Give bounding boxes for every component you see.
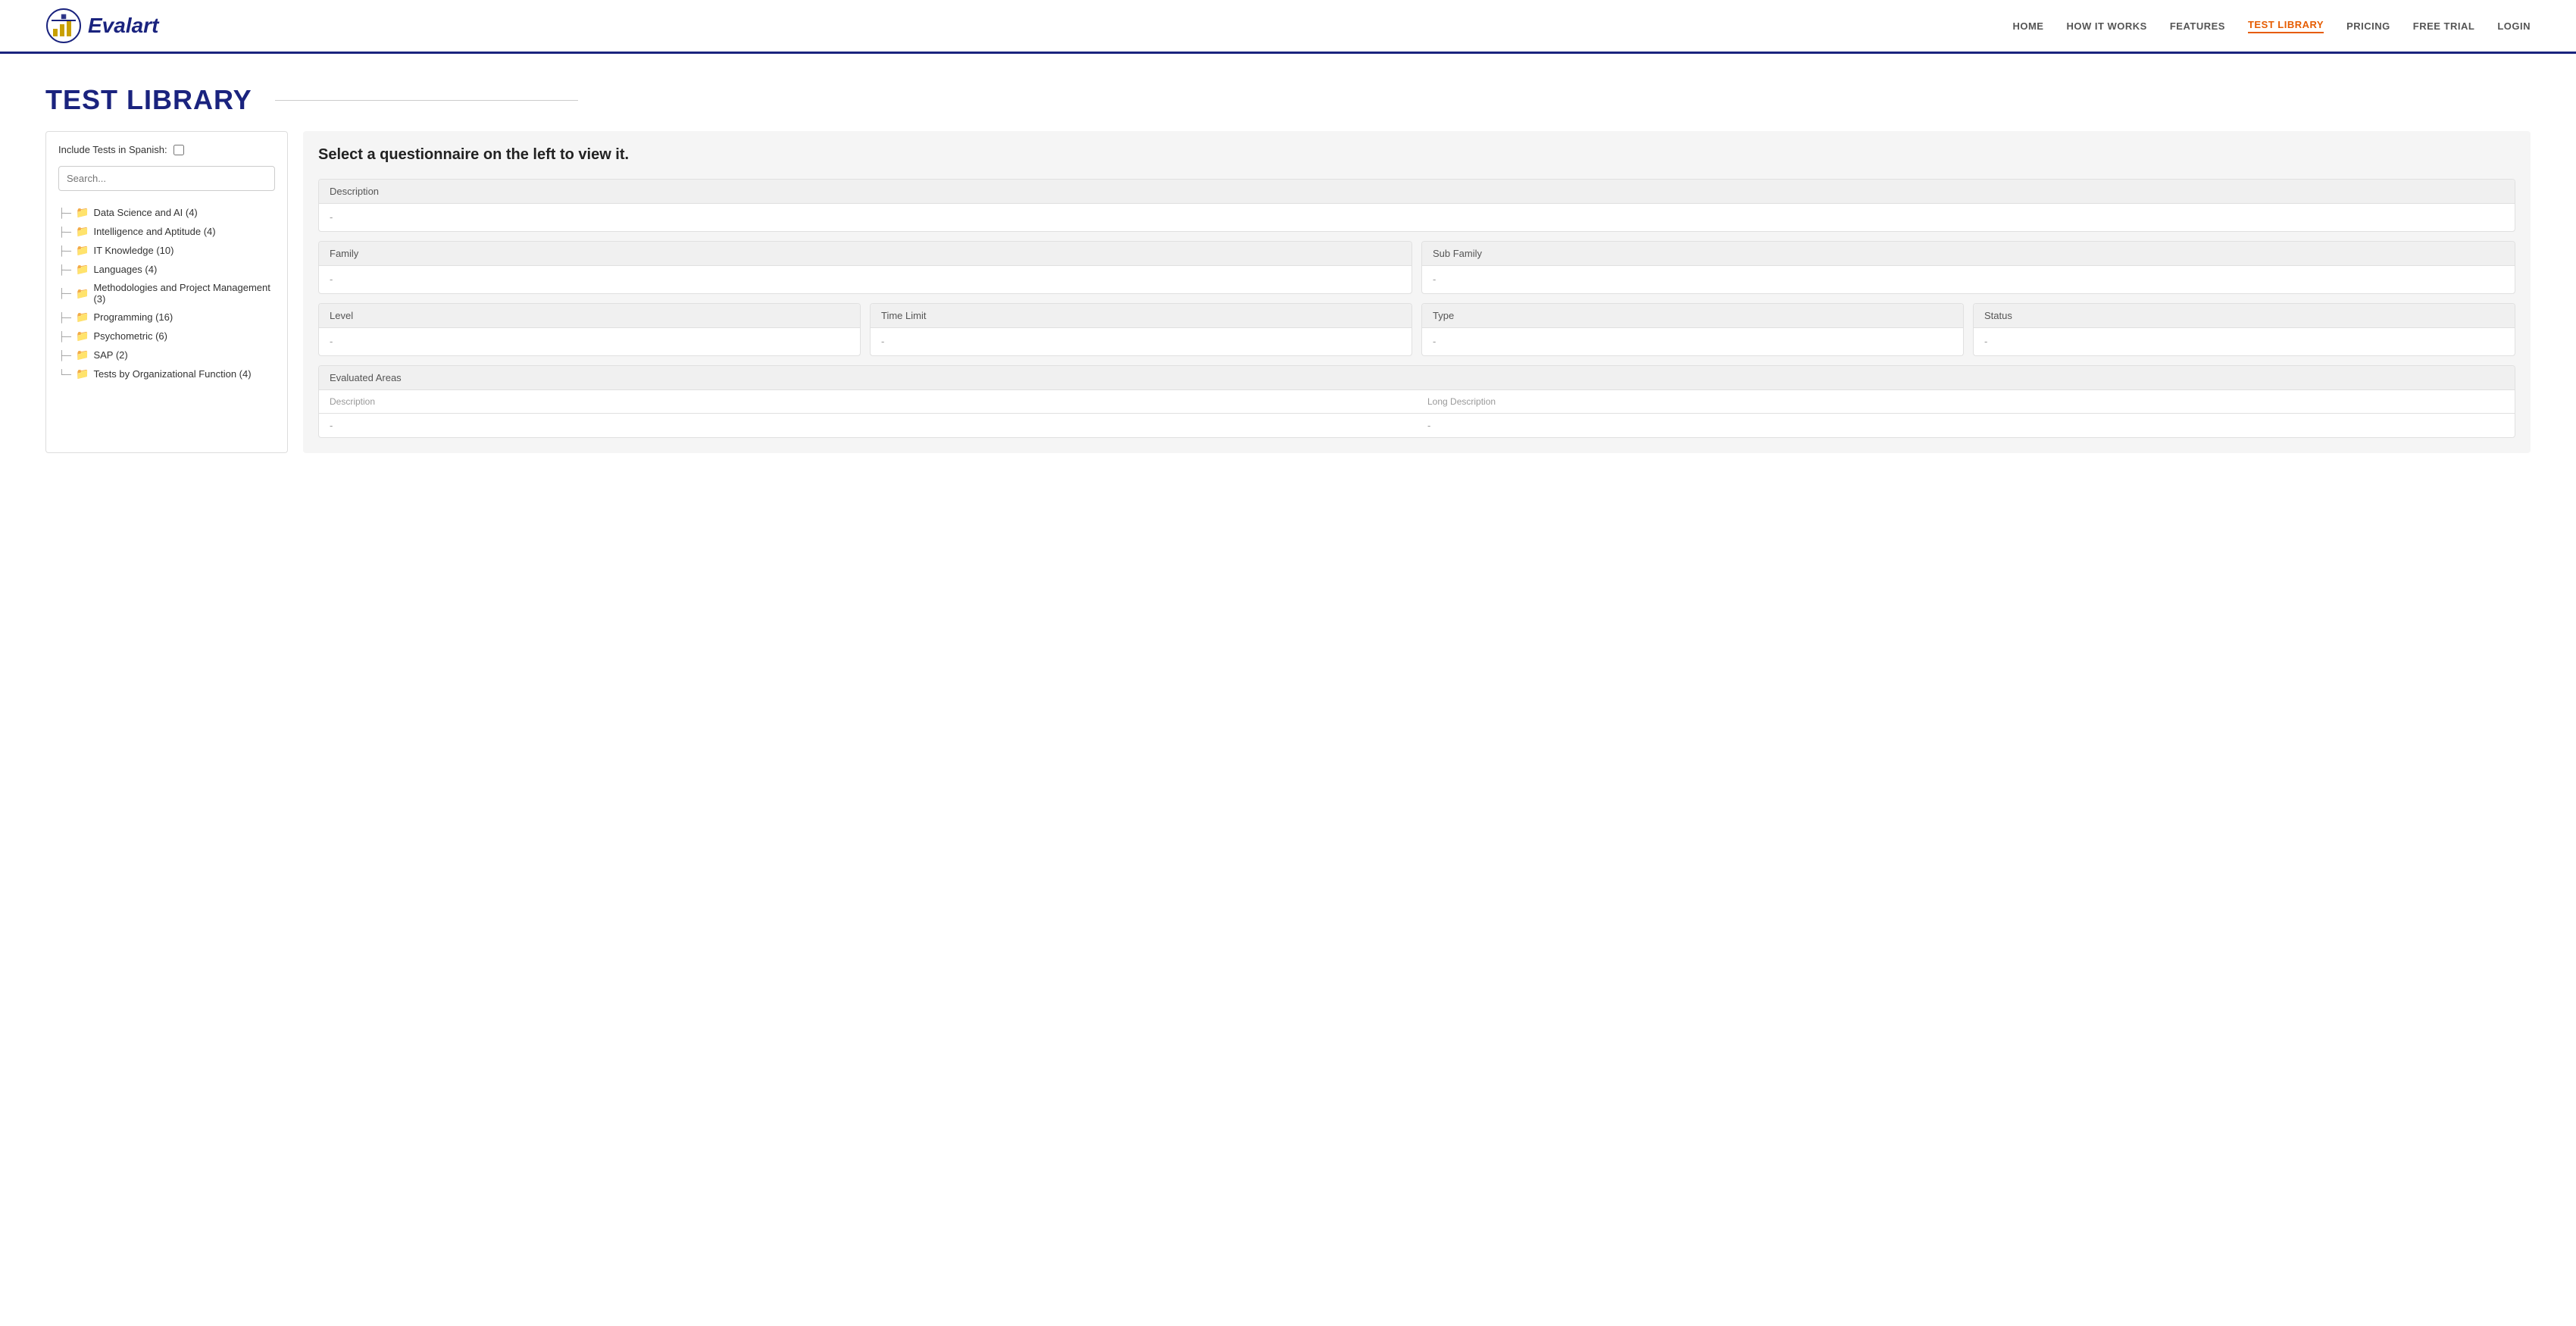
time-limit-box: Time Limit - bbox=[870, 303, 1412, 356]
sub-family-box: Sub Family - bbox=[1421, 241, 2515, 294]
tree-item-data-science[interactable]: ├─ 📁 Data Science and AI (4) bbox=[58, 203, 275, 222]
tree-branch-icon: ├─ bbox=[58, 350, 71, 361]
tree-item-label: SAP (2) bbox=[93, 349, 127, 361]
tree-item-label: Intelligence and Aptitude (4) bbox=[93, 226, 215, 237]
family-box: Family - bbox=[318, 241, 1412, 294]
area-description-cell: - bbox=[319, 414, 1417, 438]
folder-icon: 📁 bbox=[76, 244, 89, 257]
tree-item-programming[interactable]: ├─ 📁 Programming (16) bbox=[58, 308, 275, 327]
tree-branch-icon: ├─ bbox=[58, 312, 71, 323]
sub-family-header: Sub Family bbox=[1422, 242, 2515, 266]
status-value: - bbox=[1974, 328, 2515, 355]
tree-branch-icon: ├─ bbox=[58, 208, 71, 218]
tree-item-org-function[interactable]: └─ 📁 Tests by Organizational Function (4… bbox=[58, 364, 275, 383]
evaluated-areas-table: Description Long Description - - bbox=[319, 390, 2515, 437]
evaluated-areas-header: Evaluated Areas bbox=[319, 366, 2515, 390]
table-header-row: Description Long Description bbox=[319, 390, 2515, 414]
folder-icon: 📁 bbox=[76, 330, 89, 342]
logo-icon: ▦ bbox=[45, 8, 82, 44]
level-header: Level bbox=[319, 304, 860, 328]
evaluated-areas-box: Evaluated Areas Description Long Descrip… bbox=[318, 365, 2515, 438]
sub-family-value: - bbox=[1422, 266, 2515, 293]
description-value: - bbox=[319, 204, 2515, 231]
level-value: - bbox=[319, 328, 860, 355]
tree-item-label: Programming (16) bbox=[93, 311, 173, 323]
tree-item-it-knowledge[interactable]: ├─ 📁 IT Knowledge (10) bbox=[58, 241, 275, 260]
family-header: Family bbox=[319, 242, 1411, 266]
family-value: - bbox=[319, 266, 1411, 293]
nav-pricing[interactable]: PRICING bbox=[2346, 20, 2390, 32]
folder-icon: 📁 bbox=[76, 206, 89, 219]
main-nav: HOME HOW IT WORKS FEATURES TEST LIBRARY … bbox=[2012, 19, 2531, 33]
include-spanish-label: Include Tests in Spanish: bbox=[58, 144, 167, 155]
tree-branch-icon: ├─ bbox=[58, 227, 71, 237]
family-row: Family - Sub Family - bbox=[318, 241, 2515, 294]
page-title: TEST LIBRARY bbox=[45, 84, 252, 116]
right-panel: Select a questionnaire on the left to vi… bbox=[303, 131, 2531, 453]
nav-free-trial[interactable]: FREE TRIAL bbox=[2413, 20, 2475, 32]
main-content: Include Tests in Spanish: ├─ 📁 Data Scie… bbox=[0, 131, 2576, 483]
nav-home[interactable]: HOME bbox=[2012, 20, 2043, 32]
search-input[interactable] bbox=[58, 166, 275, 191]
folder-icon: 📁 bbox=[76, 367, 89, 380]
tree-item-intelligence[interactable]: ├─ 📁 Intelligence and Aptitude (4) bbox=[58, 222, 275, 241]
logo: ▦ Evalart bbox=[45, 8, 158, 44]
col-long-description-header: Long Description bbox=[1417, 390, 2515, 414]
col-description-header: Description bbox=[319, 390, 1417, 414]
select-message: Select a questionnaire on the left to vi… bbox=[318, 146, 2515, 164]
description-box: Description - bbox=[318, 179, 2515, 232]
table-row: - - bbox=[319, 414, 2515, 438]
nav-test-library[interactable]: TEST LIBRARY bbox=[2248, 19, 2324, 33]
time-limit-value: - bbox=[871, 328, 1411, 355]
tree-branch-icon: ├─ bbox=[58, 245, 71, 256]
details-row: Level - Time Limit - Type - Status - bbox=[318, 303, 2515, 356]
tree-branch-icon: └─ bbox=[58, 369, 71, 380]
folder-icon: 📁 bbox=[76, 349, 89, 361]
tree-list: ├─ 📁 Data Science and AI (4) ├─ 📁 Intell… bbox=[58, 203, 275, 383]
tree-branch-icon: ├─ bbox=[58, 264, 71, 275]
tree-branch-icon: ├─ bbox=[58, 288, 71, 299]
folder-icon: 📁 bbox=[76, 287, 89, 300]
nav-login[interactable]: LOGIN bbox=[2497, 20, 2531, 32]
type-box: Type - bbox=[1421, 303, 1964, 356]
tree-item-label: Data Science and AI (4) bbox=[93, 207, 197, 218]
tree-item-sap[interactable]: ├─ 📁 SAP (2) bbox=[58, 346, 275, 364]
include-spanish-row: Include Tests in Spanish: bbox=[58, 144, 275, 155]
tree-item-label: Languages (4) bbox=[93, 264, 157, 275]
level-box: Level - bbox=[318, 303, 861, 356]
tree-item-label: Methodologies and Project Management (3) bbox=[93, 282, 275, 305]
time-limit-header: Time Limit bbox=[871, 304, 1411, 328]
title-divider bbox=[275, 100, 578, 101]
tree-item-psychometric[interactable]: ├─ 📁 Psychometric (6) bbox=[58, 327, 275, 346]
page-title-section: TEST LIBRARY bbox=[0, 54, 2576, 131]
nav-how-it-works[interactable]: HOW IT WORKS bbox=[2066, 20, 2146, 32]
tree-item-label: IT Knowledge (10) bbox=[93, 245, 174, 256]
type-value: - bbox=[1422, 328, 1963, 355]
left-panel: Include Tests in Spanish: ├─ 📁 Data Scie… bbox=[45, 131, 288, 453]
folder-icon: 📁 bbox=[76, 263, 89, 276]
logo-text: Evalart bbox=[88, 14, 158, 38]
status-box: Status - bbox=[1973, 303, 2515, 356]
header: ▦ Evalart HOME HOW IT WORKS FEATURES TES… bbox=[0, 0, 2576, 54]
svg-text:▦: ▦ bbox=[61, 13, 67, 20]
description-header: Description bbox=[319, 180, 2515, 204]
tree-item-label: Tests by Organizational Function (4) bbox=[93, 368, 251, 380]
tree-item-languages[interactable]: ├─ 📁 Languages (4) bbox=[58, 260, 275, 279]
type-header: Type bbox=[1422, 304, 1963, 328]
folder-icon: 📁 bbox=[76, 225, 89, 238]
area-long-description-cell: - bbox=[1417, 414, 2515, 438]
tree-item-methodologies[interactable]: ├─ 📁 Methodologies and Project Managemen… bbox=[58, 279, 275, 308]
tree-branch-icon: ├─ bbox=[58, 331, 71, 342]
include-spanish-checkbox[interactable] bbox=[174, 145, 184, 155]
tree-item-label: Psychometric (6) bbox=[93, 330, 167, 342]
status-header: Status bbox=[1974, 304, 2515, 328]
nav-features[interactable]: FEATURES bbox=[2170, 20, 2225, 32]
folder-icon: 📁 bbox=[76, 311, 89, 324]
